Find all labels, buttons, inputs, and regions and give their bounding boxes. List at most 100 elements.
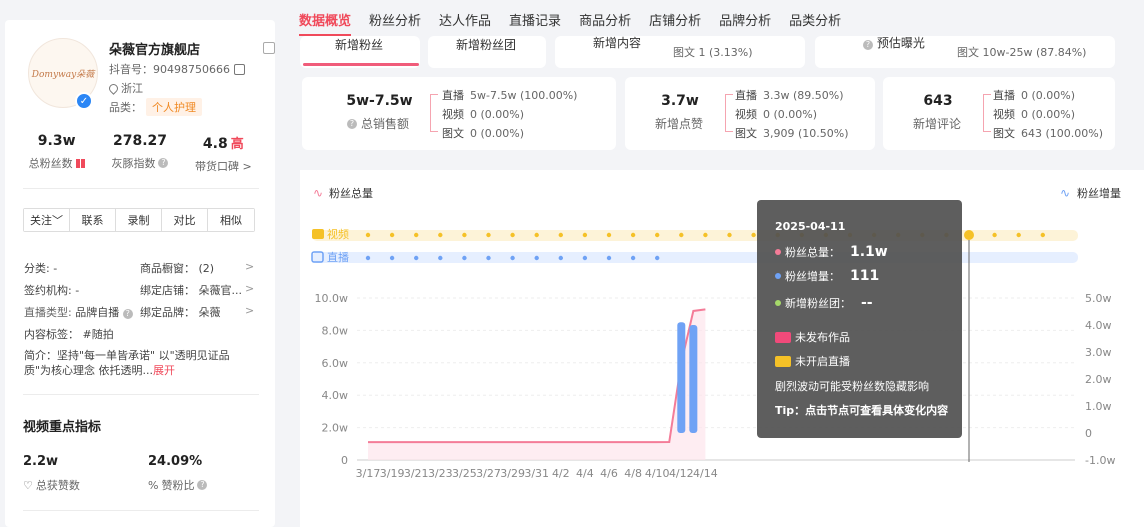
- contact-button[interactable]: 联系: [70, 209, 116, 231]
- tab-overview[interactable]: 数据概览: [299, 0, 352, 38]
- row-key: 直播: [993, 89, 1015, 102]
- divider: [23, 188, 259, 189]
- new-content-sub: 图文 1 (3.13%): [673, 46, 753, 59]
- est-exposure-text: 预估曝光: [876, 36, 925, 50]
- help-icon[interactable]: ?: [197, 480, 208, 490]
- collapse-icon[interactable]: [263, 42, 275, 54]
- tab-categories[interactable]: 品类分析: [789, 0, 841, 38]
- expand-link[interactable]: 展开: [153, 364, 175, 377]
- help-icon[interactable]: ?: [122, 309, 133, 319]
- row-key: 图文: [442, 127, 464, 140]
- category-label: 品类：: [109, 101, 142, 114]
- bracket: [725, 94, 733, 132]
- bracket: [983, 94, 991, 132]
- follow-button[interactable]: 关注﹀: [24, 209, 70, 231]
- row-val: 3,909 (10.50%): [763, 127, 849, 140]
- card-new-content[interactable]: 新增内容 图文 1 (3.13%): [555, 36, 805, 68]
- comments-text-row: 图文 643 (100.00%): [993, 125, 1103, 141]
- douyin-id: 抖音号：90498750666: [109, 61, 245, 77]
- tab-fans[interactable]: 粉丝分析: [369, 0, 421, 38]
- comments-live-row: 直播 0 (0.00%): [993, 87, 1075, 103]
- row-val: 0 (0.00%): [1021, 89, 1076, 102]
- shop-name: 朵薇官方旗舰店: [109, 43, 201, 58]
- est-exposure-sub: 图文 10w-25w (87.84%): [957, 46, 1087, 59]
- tab-works[interactable]: 达人作品: [439, 0, 491, 38]
- card-new-likes[interactable]: 3.7w 新增点赞 直播 3.3w (89.50%) 视频 0 (0.00%) 图文…: [625, 77, 875, 150]
- new-likes-label: 新增点赞: [655, 117, 704, 131]
- tooltip-total-value: 1.1w: [850, 244, 888, 260]
- help-icon[interactable]: ?: [863, 40, 873, 50]
- card-est-exposure[interactable]: ? 预估曝光 图文 10w-25w (87.84%): [815, 36, 1115, 68]
- fans-chart-icon[interactable]: [75, 158, 85, 168]
- row-val: 5w-7.5w (100.00%): [470, 89, 578, 102]
- info-live-type: 直播类型: 品牌自播 ?: [24, 304, 133, 320]
- row-key: 直播: [442, 89, 464, 102]
- sales-live-row: 直播 5w-7.5w (100.00%): [442, 87, 577, 103]
- video-icon: [775, 331, 791, 343]
- chevron-right-icon[interactable]: >: [245, 260, 254, 273]
- stat-index-label: 灰豚指数: [111, 157, 156, 170]
- tooltip-warning: 剧烈波动可能受粉丝数隐藏影响: [775, 380, 929, 393]
- comments-video-row: 视频 0 (0.00%): [993, 106, 1075, 122]
- location-icon: [107, 81, 120, 95]
- tooltip-inc-label: 粉丝增量：: [785, 270, 840, 283]
- heart-icon: ♡: [23, 478, 33, 492]
- verified-icon: ✓: [75, 92, 93, 110]
- stat-index: 278.27 灰豚指数?: [98, 133, 181, 174]
- region-text: 浙江: [121, 82, 143, 95]
- compare-button[interactable]: 对比: [162, 209, 208, 231]
- sales-video-row: 视频 0 (0.00%): [442, 106, 524, 122]
- group-dot: [775, 300, 781, 306]
- tab-brands[interactable]: 品牌分析: [719, 0, 771, 38]
- ratio-label: % 赞粉比?: [148, 477, 208, 493]
- tooltip-group-value: --: [861, 295, 873, 311]
- help-icon[interactable]: ?: [158, 158, 169, 168]
- tooltip-no-live: 未开启直播: [775, 353, 850, 369]
- record-button[interactable]: 录制: [116, 209, 162, 231]
- info-classification: 分类: -: [24, 262, 58, 275]
- info-org: 签约机构: -: [24, 284, 80, 297]
- new-comments-value: 643: [923, 93, 953, 109]
- tooltip-group-row: 新增粉丝团： --: [775, 295, 873, 311]
- total-sales-value: 5w-7.5w: [346, 93, 413, 109]
- divider: [23, 510, 259, 511]
- tab-products[interactable]: 商品分析: [579, 0, 631, 38]
- row-val: 0 (0.00%): [470, 108, 525, 121]
- new-likes-value: 3.7w: [661, 93, 699, 109]
- stat-reputation[interactable]: 4.8 高 带货口碑 >: [182, 133, 265, 174]
- bracket: [430, 94, 438, 132]
- video-metrics-title: 视频重点指标: [23, 420, 102, 435]
- row-key: 直播: [735, 89, 757, 102]
- card-new-fan-group[interactable]: 新增粉丝团: [428, 36, 546, 68]
- likes-video-row: 视频 0 (0.00%): [735, 106, 817, 122]
- row-key: 视频: [735, 108, 757, 121]
- likes-label: ♡ 总获赞数: [23, 477, 80, 493]
- tab-live[interactable]: 直播记录: [509, 0, 561, 38]
- help-icon[interactable]: ?: [347, 118, 357, 129]
- tooltip-no-video-text: 未发布作品: [795, 331, 850, 344]
- info-product-window: 商品橱窗： (2): [140, 262, 215, 275]
- intro: 简介：坚持"每一单皆承诺" 以"透明见证品质"为核心理念 依托透明...展开: [24, 348, 254, 378]
- chevron-right-icon[interactable]: >: [245, 282, 254, 295]
- total-sales-label: ? 总销售额: [347, 115, 409, 132]
- stat-reputation-value: 4.8: [202, 136, 228, 152]
- info-content-tags: 内容标签： #随拍: [24, 328, 114, 341]
- account-panel: Domyway朵薇 ✓ 朵薇官方旗舰店 抖音号：90498750666 浙江 品…: [5, 20, 275, 527]
- live-type-value: 品牌自播: [75, 306, 120, 319]
- similar-button[interactable]: 相似: [208, 209, 254, 231]
- copy-icon[interactable]: [233, 63, 245, 75]
- action-bar: 关注﹀ 联系 录制 对比 相似: [23, 208, 255, 232]
- live-icon: [775, 355, 791, 367]
- ratio-label-text: 赞粉比: [161, 479, 195, 492]
- tab-stores[interactable]: 店铺分析: [649, 0, 701, 38]
- tooltip-inc-value: 111: [850, 268, 880, 284]
- card-total-sales[interactable]: 5w-7.5w ? 总销售额 直播 5w-7.5w (100.00%) 视频 0 (0…: [302, 77, 616, 150]
- likes-text-row: 图文 3,909 (10.50%): [735, 125, 849, 141]
- tooltip-tip: Tip：点击节点可查看具体变化内容: [775, 404, 949, 417]
- selected-indicator: [303, 63, 419, 66]
- likes-label-text: 总获赞数: [35, 479, 80, 492]
- card-new-comments[interactable]: 643 新增评论 直播 0 (0.00%) 视频 0 (0.00%) 图文 643 (…: [883, 77, 1115, 150]
- chevron-right-icon[interactable]: >: [245, 304, 254, 317]
- likes-live-row: 直播 3.3w (89.50%): [735, 87, 844, 103]
- tooltip-date: 2025-04-11: [775, 220, 846, 233]
